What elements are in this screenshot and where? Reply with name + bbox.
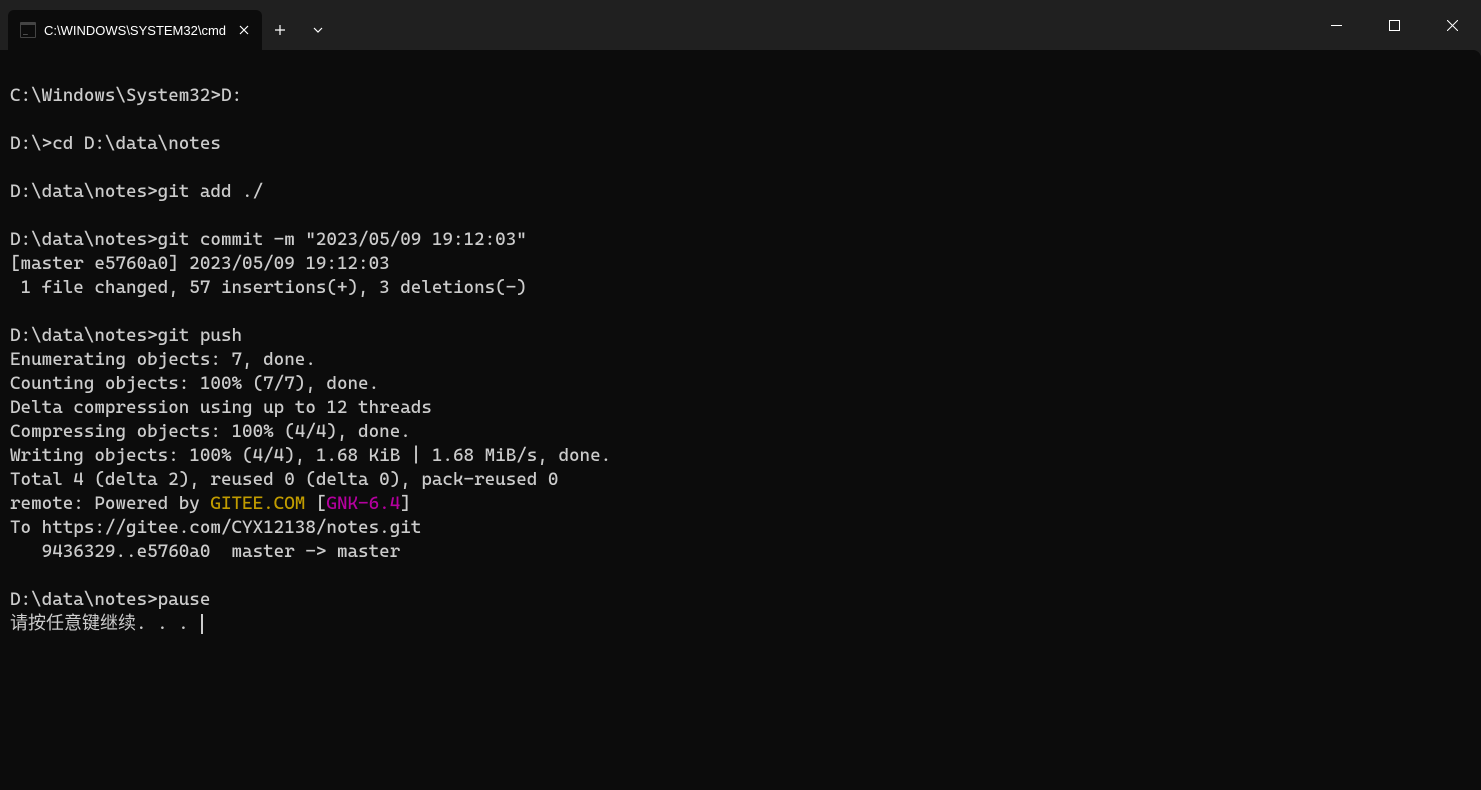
terminal-line: D:\data\notes>git add ./ — [10, 180, 1471, 204]
terminal-line: 9436329..e5760a0 master -> master — [10, 540, 1471, 564]
terminal-line: Enumerating objects: 7, done. — [10, 348, 1471, 372]
terminal-line: [master e5760a0] 2023/05/09 19:12:03 — [10, 252, 1471, 276]
terminal-line: Delta compression using up to 12 threads — [10, 396, 1471, 420]
terminal-output[interactable]: C:\Windows\System32>D: D:\>cd D:\data\not… — [0, 50, 1481, 790]
cmd-icon: _ — [20, 22, 36, 38]
cursor — [201, 614, 203, 634]
terminal-line: C:\Windows\System32>D: — [10, 84, 1471, 108]
terminal-line — [10, 564, 1471, 588]
terminal-line — [10, 204, 1471, 228]
terminal-line — [10, 60, 1471, 84]
minimize-button[interactable] — [1307, 0, 1365, 50]
terminal-line: D:\data\notes>git commit -m "2023/05/09 … — [10, 228, 1471, 252]
tab-cmd[interactable]: _ C:\WINDOWS\SYSTEM32\cmd — [8, 10, 262, 50]
tab-dropdown-button[interactable] — [300, 12, 336, 48]
terminal-line: Compressing objects: 100% (4/4), done. — [10, 420, 1471, 444]
terminal-line: D:\data\notes>pause — [10, 588, 1471, 612]
terminal-line: 1 file changed, 57 insertions(+), 3 dele… — [10, 276, 1471, 300]
terminal-line: Writing objects: 100% (4/4), 1.68 KiB | … — [10, 444, 1471, 468]
tab-title: C:\WINDOWS\SYSTEM32\cmd — [44, 23, 226, 38]
terminal-line — [10, 108, 1471, 132]
svg-text:_: _ — [23, 26, 28, 35]
close-window-button[interactable] — [1423, 0, 1481, 50]
terminal-line: To https://gitee.com/CYX12138/notes.git — [10, 516, 1471, 540]
terminal-line: Counting objects: 100% (7/7), done. — [10, 372, 1471, 396]
title-actions — [262, 0, 336, 50]
terminal-line: 请按任意键继续. . . — [10, 612, 1471, 636]
terminal-line: D:\>cd D:\data\notes — [10, 132, 1471, 156]
terminal-line: Total 4 (delta 2), reused 0 (delta 0), p… — [10, 468, 1471, 492]
terminal-line: remote: Powered by GITEE.COM [GNK-6.4] — [10, 492, 1471, 516]
terminal-line — [10, 300, 1471, 324]
terminal-line — [10, 156, 1471, 180]
new-tab-button[interactable] — [262, 12, 298, 48]
tabs-container: _ C:\WINDOWS\SYSTEM32\cmd — [0, 0, 262, 50]
title-spacer[interactable] — [336, 0, 1307, 50]
tab-close-button[interactable] — [234, 20, 254, 40]
terminal-line: D:\data\notes>git push — [10, 324, 1471, 348]
title-bar: _ C:\WINDOWS\SYSTEM32\cmd — [0, 0, 1481, 50]
window-controls — [1307, 0, 1481, 50]
maximize-button[interactable] — [1365, 0, 1423, 50]
